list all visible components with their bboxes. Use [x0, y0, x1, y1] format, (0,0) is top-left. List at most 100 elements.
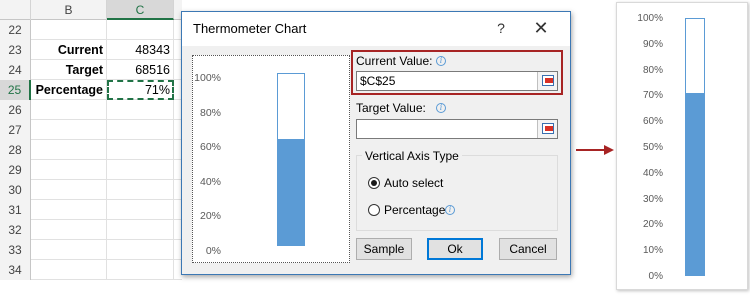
preview-axis-tick-label: 60% — [199, 141, 221, 154]
info-icon[interactable]: i — [436, 56, 446, 66]
target-value-label: Target Value: — [356, 101, 426, 115]
result-bar-fill — [686, 93, 704, 275]
result-axis-tick-label: 60% — [642, 116, 663, 128]
row-number[interactable]: 31 — [0, 200, 31, 220]
cell-c[interactable] — [107, 120, 174, 140]
row-number[interactable]: 30 — [0, 180, 31, 200]
preview-bar-fill — [278, 138, 304, 245]
info-icon[interactable]: i — [436, 103, 446, 113]
row-number[interactable]: 28 — [0, 140, 31, 160]
percentage-label[interactable]: Percentage — [384, 203, 445, 217]
sheet-row: 31 — [0, 200, 182, 220]
cell-b[interactable] — [31, 120, 107, 140]
cell-b[interactable] — [31, 20, 107, 40]
dialog-titlebar[interactable]: Thermometer Chart ? ✕ — [182, 12, 570, 46]
thermometer-chart-dialog: Thermometer Chart ? ✕ 100% 80% 60% 40% 20% 0%… — [181, 11, 571, 275]
row-number[interactable]: 25 — [0, 80, 31, 100]
row-number[interactable]: 24 — [0, 60, 31, 80]
cell-b[interactable]: Target — [31, 60, 107, 80]
cell-b[interactable]: Current — [31, 40, 107, 60]
row-number[interactable]: 34 — [0, 260, 31, 280]
result-axis-tick-label: 0% — [648, 271, 663, 282]
cell-c[interactable] — [107, 160, 174, 180]
cell-c[interactable] — [107, 240, 174, 260]
result-axis-tick-label: 40% — [642, 167, 663, 179]
cell-c[interactable]: 68516 — [107, 60, 174, 80]
help-button[interactable]: ? — [491, 18, 511, 38]
cell-b[interactable]: Percentage — [31, 80, 107, 100]
cell-c[interactable] — [107, 260, 174, 280]
select-all-corner[interactable] — [0, 0, 31, 20]
cell-b[interactable] — [31, 180, 107, 200]
cell-b[interactable] — [31, 220, 107, 240]
close-button[interactable]: ✕ — [531, 18, 551, 38]
current-value-range-picker-icon[interactable] — [537, 72, 557, 90]
ok-button[interactable]: Ok — [427, 238, 483, 260]
sheet-row: 26 — [0, 100, 182, 120]
right-arrow-icon — [576, 145, 614, 155]
row-number[interactable]: 22 — [0, 20, 31, 40]
result-thermometer-chart: 100% 90% 80% 70% 60% 50% 40% 30% 20% 10% 0% — [616, 2, 748, 290]
auto-select-label[interactable]: Auto select — [384, 176, 443, 190]
cell-b[interactable] — [31, 200, 107, 220]
result-axis-tick-label: 80% — [642, 64, 663, 76]
preview-axis-tick-label: 0% — [205, 245, 221, 257]
dialog-title: Thermometer Chart — [193, 21, 307, 36]
cell-b[interactable] — [31, 160, 107, 180]
current-value-label: Current Value: — [356, 54, 433, 68]
result-axis-tick-label: 30% — [642, 193, 663, 205]
cell-c[interactable] — [107, 100, 174, 120]
result-axis-tick-label: 20% — [642, 219, 663, 231]
sheet-row: 24 Target 68516 — [0, 60, 182, 80]
preview-axis-tick-label: 100% — [194, 72, 221, 84]
spreadsheet: B C 22 23 Current 48343 24 Target 68516 25 Perce… — [0, 0, 182, 283]
row-number[interactable]: 29 — [0, 160, 31, 180]
current-value-input[interactable]: $C$25 — [356, 71, 558, 91]
chart-preview: 100% 80% 60% 40% 20% 0% — [192, 55, 350, 263]
vertical-axis-type-group — [356, 155, 558, 231]
row-number[interactable]: 33 — [0, 240, 31, 260]
radio-selected-dot — [371, 180, 377, 186]
preview-axis-tick-label: 40% — [199, 175, 221, 188]
sheet-row: 27 — [0, 120, 182, 140]
row-number[interactable]: 23 — [0, 40, 31, 60]
cell-b[interactable] — [31, 100, 107, 120]
auto-select-radio[interactable] — [368, 177, 380, 189]
sample-button[interactable]: Sample — [356, 238, 412, 260]
cell-c[interactable] — [107, 20, 174, 40]
column-header-b[interactable]: B — [31, 0, 107, 20]
cell-c[interactable] — [107, 180, 174, 200]
sheet-row: 29 — [0, 160, 182, 180]
cell-c[interactable] — [107, 200, 174, 220]
result-axis-tick-label: 70% — [642, 90, 663, 102]
percentage-radio[interactable] — [368, 204, 380, 216]
preview-axis-tick-label: 80% — [199, 106, 221, 119]
target-value-input[interactable] — [356, 119, 558, 139]
cell-b[interactable] — [31, 140, 107, 160]
selected-cell-c[interactable]: 71% — [107, 80, 174, 100]
row-number[interactable]: 27 — [0, 120, 31, 140]
result-thermometer-bar — [685, 18, 705, 276]
result-axis-tick-label: 90% — [642, 38, 663, 50]
sheet-row: 33 — [0, 240, 182, 260]
sheet-row: 22 — [0, 20, 182, 40]
info-icon[interactable]: i — [445, 205, 455, 215]
target-value-range-picker-icon[interactable] — [537, 120, 557, 138]
row-number[interactable]: 32 — [0, 220, 31, 240]
column-header-c[interactable]: C — [107, 0, 174, 20]
sheet-row: 28 — [0, 140, 182, 160]
cell-b[interactable] — [31, 240, 107, 260]
cell-b[interactable] — [31, 260, 107, 280]
cell-c[interactable]: 48343 — [107, 40, 174, 60]
cell-c[interactable] — [107, 220, 174, 240]
row-number[interactable]: 26 — [0, 100, 31, 120]
preview-axis-tick-label: 20% — [199, 210, 221, 223]
sheet-row: 34 — [0, 260, 182, 280]
sheet-row: 25 Percentage 71% — [0, 80, 182, 100]
cancel-button[interactable]: Cancel — [499, 238, 557, 260]
sheet-row: 30 — [0, 180, 182, 200]
sheet-row: 32 — [0, 220, 182, 240]
result-axis-tick-label: 10% — [642, 245, 663, 257]
column-header-row: B C — [0, 0, 182, 20]
cell-c[interactable] — [107, 140, 174, 160]
